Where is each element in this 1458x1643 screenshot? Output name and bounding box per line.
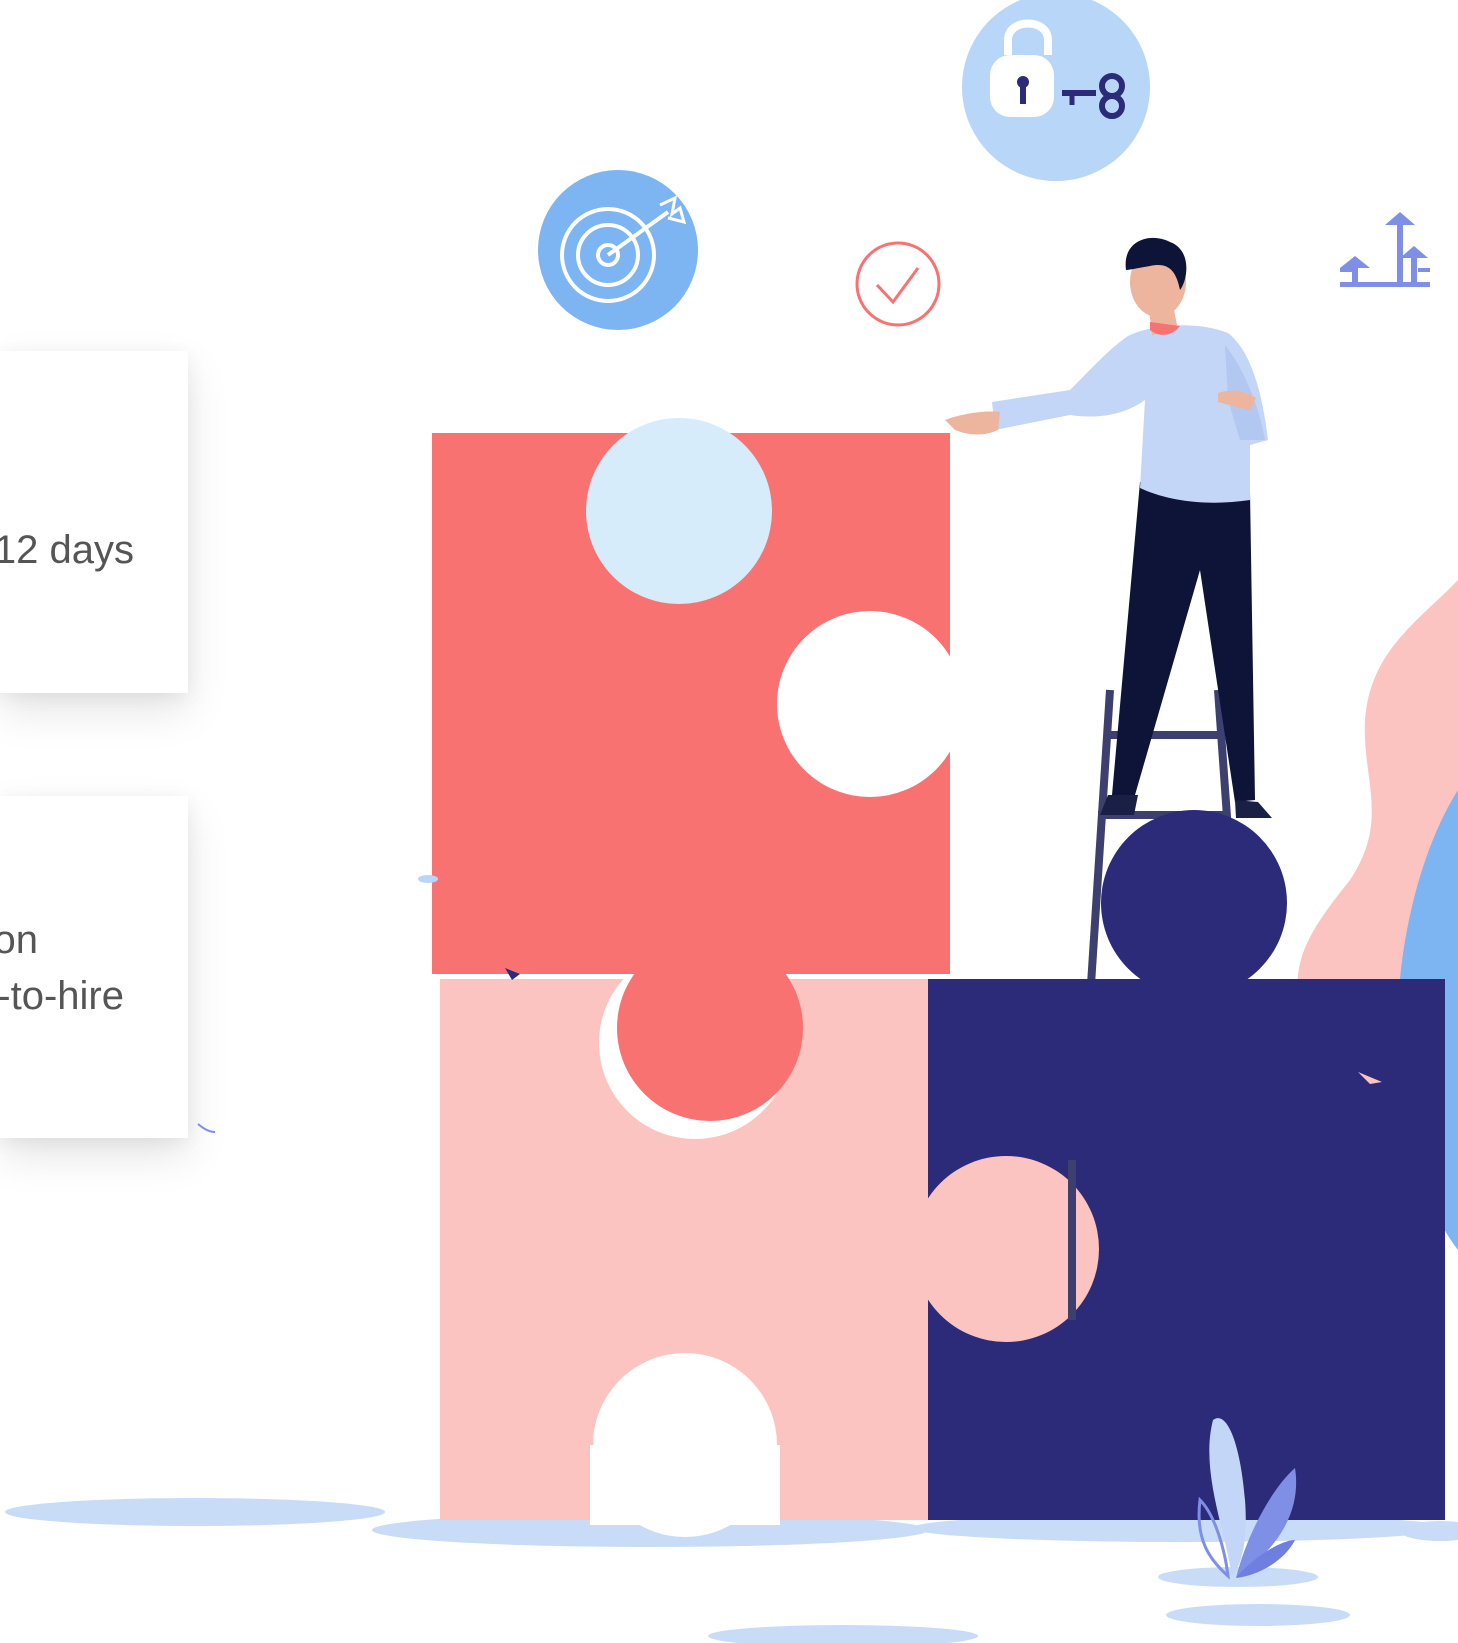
growth-arrows-icon: [1340, 212, 1430, 287]
check-icon: [855, 241, 941, 327]
puzzle-illustration: [5, 0, 1458, 1643]
landing-hero: 12 days on -to-hire: [0, 0, 1458, 1643]
target-icon: [538, 170, 698, 330]
lock-key-icon: [962, 0, 1150, 181]
